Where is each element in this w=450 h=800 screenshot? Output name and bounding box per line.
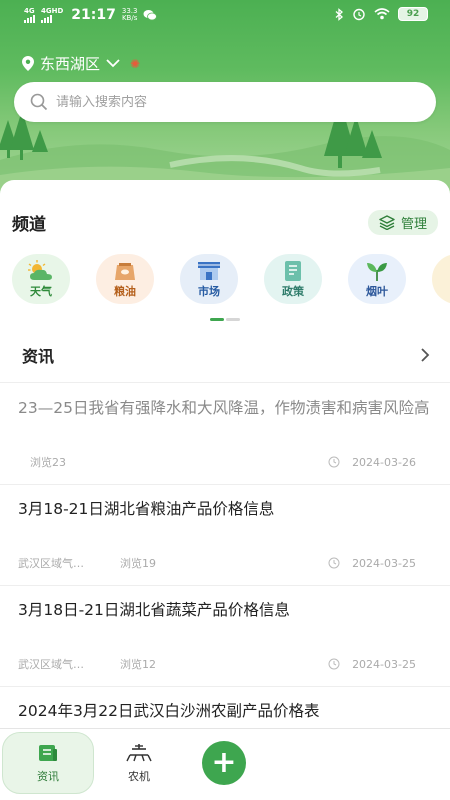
policy-icon bbox=[285, 260, 301, 281]
chevron-down-icon bbox=[106, 59, 120, 68]
news-section-header[interactable]: 资讯 bbox=[0, 328, 450, 383]
network-speed: 33.3 KB/s bbox=[122, 8, 138, 22]
clock: 21:17 bbox=[71, 7, 116, 23]
news-tab-icon bbox=[39, 744, 57, 761]
weather-sun-icon[interactable]: ✺ bbox=[130, 57, 140, 71]
channel-grain-oil[interactable]: 粮油 bbox=[96, 254, 154, 304]
chevron-right-icon bbox=[421, 348, 430, 362]
search-icon bbox=[30, 93, 48, 111]
signal-icon-2: 4GHD bbox=[41, 6, 64, 23]
bottom-navigation: 资讯 农机 + bbox=[0, 728, 450, 800]
alarm-icon bbox=[353, 8, 365, 21]
news-section-title: 资讯 bbox=[22, 347, 55, 366]
channel-list: 天气 粮油 市场 政策 烟叶 bbox=[12, 254, 450, 304]
location-label: 东西湖区 bbox=[40, 55, 101, 73]
news-item[interactable]: 3月18-21日湖北省粮油产品价格信息 武汉区域气… 浏览19 2024-03-… bbox=[0, 485, 450, 586]
news-headline: 3月18日-21日湖北省蔬菜产品价格信息 bbox=[18, 601, 290, 619]
manage-channels-button[interactable]: 管理 bbox=[367, 210, 438, 235]
news-date: 2024-03-25 bbox=[352, 657, 416, 671]
channel-section-title: 频道 bbox=[12, 215, 46, 235]
nav-tab-machinery[interactable]: 农机 bbox=[96, 732, 182, 794]
add-button[interactable]: + bbox=[202, 741, 246, 785]
farm-machinery-icon bbox=[126, 743, 152, 761]
status-bar: 4G 4GHD 21:17 33.3 KB/s 92 bbox=[0, 0, 450, 30]
news-list: 23—25日我省有强降水和大风降温，作物渍害和病害风险高 浏览23 2024-0… bbox=[0, 384, 450, 727]
channel-label: 天气 bbox=[30, 284, 52, 298]
news-item[interactable]: 2024年3月22日武汉白沙洲农副产品价格表 bbox=[0, 687, 450, 727]
network-type: 4G bbox=[24, 6, 35, 15]
manage-label: 管理 bbox=[400, 217, 427, 232]
news-views: 浏览23 bbox=[30, 456, 66, 469]
wifi-icon bbox=[374, 8, 390, 20]
news-source: 武汉区域气… bbox=[18, 557, 84, 570]
channel-label: 烟叶 bbox=[366, 284, 388, 298]
location-pin-icon bbox=[22, 56, 34, 71]
channel-label: 政策 bbox=[282, 284, 304, 298]
channel-next-partial[interactable] bbox=[432, 254, 450, 304]
channel-market[interactable]: 市场 bbox=[180, 254, 238, 304]
news-headline: 3月18-21日湖北省粮油产品价格信息 bbox=[18, 500, 275, 518]
search-bar[interactable] bbox=[14, 82, 436, 122]
news-date: 2024-03-25 bbox=[352, 556, 416, 570]
news-views: 浏览12 bbox=[120, 658, 156, 671]
signal-icon: 4G bbox=[24, 6, 35, 23]
search-input[interactable] bbox=[56, 94, 396, 110]
channel-label: 粮油 bbox=[114, 284, 136, 298]
nav-tab-news[interactable]: 资讯 bbox=[2, 732, 94, 794]
news-source: 武汉区域气… bbox=[18, 658, 84, 671]
channel-page-indicator bbox=[210, 318, 240, 321]
channel-tobacco[interactable]: 烟叶 bbox=[348, 254, 406, 304]
channel-policy[interactable]: 政策 bbox=[264, 254, 322, 304]
news-meta: 浏览23 2024-03-26 bbox=[18, 454, 432, 470]
network-type-2: 4GHD bbox=[41, 6, 64, 15]
news-headline: 23—25日我省有强降水和大风降温，作物渍害和病害风险高 bbox=[18, 399, 430, 417]
tobacco-leaf-icon bbox=[367, 262, 387, 281]
news-meta: 武汉区域气… 浏览12 2024-03-25 bbox=[18, 656, 432, 672]
channel-label: 市场 bbox=[198, 284, 220, 298]
speed-unit: KB/s bbox=[121, 14, 138, 22]
pager-inactive bbox=[226, 318, 240, 321]
main-content-card: 频道 管理 天气 粮油 市场 政策 烟叶 资讯 23—25日我省有强降水和大风降… bbox=[0, 180, 450, 728]
news-date: 2024-03-26 bbox=[352, 455, 416, 469]
grain-oil-icon bbox=[115, 262, 135, 280]
news-meta: 武汉区域气… 浏览19 2024-03-25 bbox=[18, 555, 432, 571]
channel-header: 频道 管理 bbox=[12, 210, 438, 235]
location-selector[interactable]: 东西湖区 ✺ bbox=[22, 53, 140, 74]
news-date-wrap: 2024-03-26 bbox=[328, 456, 416, 469]
news-views: 浏览19 bbox=[120, 557, 156, 570]
clock-icon bbox=[328, 456, 340, 468]
layers-icon bbox=[379, 215, 395, 230]
news-date-wrap: 2024-03-25 bbox=[328, 557, 416, 570]
market-icon bbox=[198, 261, 220, 280]
clock-icon bbox=[328, 557, 340, 569]
clock-icon bbox=[328, 658, 340, 670]
channel-weather[interactable]: 天气 bbox=[12, 254, 70, 304]
nav-label: 农机 bbox=[128, 769, 150, 783]
weather-icon bbox=[28, 259, 52, 280]
bluetooth-icon bbox=[335, 7, 343, 21]
nav-label: 资讯 bbox=[37, 769, 59, 783]
battery-indicator: 92 bbox=[398, 7, 428, 21]
news-headline: 2024年3月22日武汉白沙洲农副产品价格表 bbox=[18, 702, 320, 720]
news-date-wrap: 2024-03-25 bbox=[328, 658, 416, 671]
news-item[interactable]: 3月18日-21日湖北省蔬菜产品价格信息 武汉区域气… 浏览12 2024-03… bbox=[0, 586, 450, 687]
wechat-icon bbox=[143, 10, 158, 21]
news-item[interactable]: 23—25日我省有强降水和大风降温，作物渍害和病害风险高 浏览23 2024-0… bbox=[0, 384, 450, 485]
pager-active bbox=[210, 318, 224, 321]
